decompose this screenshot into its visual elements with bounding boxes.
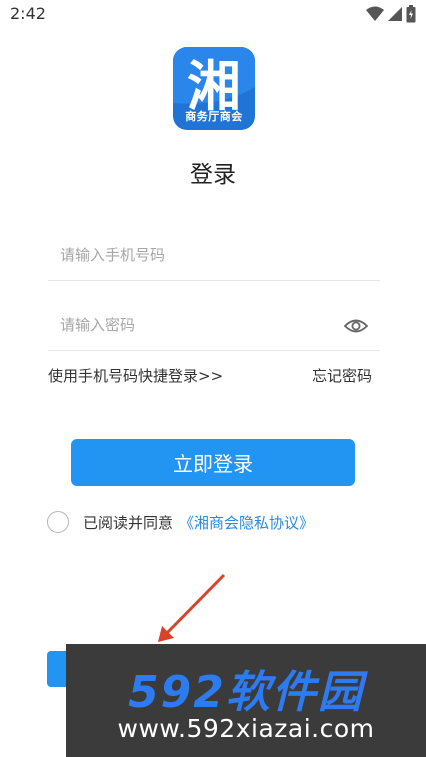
forgot-password-link[interactable]: 忘记密码 [312, 365, 372, 386]
signal-icon [388, 7, 402, 21]
quick-login-link[interactable]: 使用手机号码快捷登录>> [48, 365, 223, 386]
watermark-arrow-icon [158, 573, 226, 642]
page-title: 登录 [190, 162, 236, 188]
login-button[interactable]: 立即登录 [71, 439, 355, 486]
agreement-row: 已阅读并同意 《湘商会隐私协议》 [47, 509, 314, 535]
app-logo: 湘 商务厅商会 [173, 47, 255, 130]
password-input[interactable] [60, 310, 330, 340]
agreement-text: 已阅读并同意 [83, 513, 174, 532]
wifi-icon [366, 6, 384, 21]
privacy-policy-link[interactable]: 《湘商会隐私协议》 [179, 512, 314, 533]
status-bar: 2:42 [0, 0, 426, 28]
watermark-url: www.592xiazai.com [117, 714, 375, 743]
battery-icon [406, 5, 416, 23]
watermark-brand: 592软件园 [128, 667, 364, 718]
status-icons [366, 5, 416, 23]
watermark-banner: 592软件园 www.592xiazai.com [66, 644, 426, 757]
logo-caption: 商务厅商会 [185, 110, 243, 123]
phone-input[interactable] [60, 240, 330, 270]
eye-icon[interactable] [344, 316, 368, 336]
phone-field [48, 232, 380, 281]
password-field [48, 302, 380, 351]
agreement-checkbox[interactable] [47, 511, 69, 533]
status-time: 2:42 [10, 4, 46, 23]
